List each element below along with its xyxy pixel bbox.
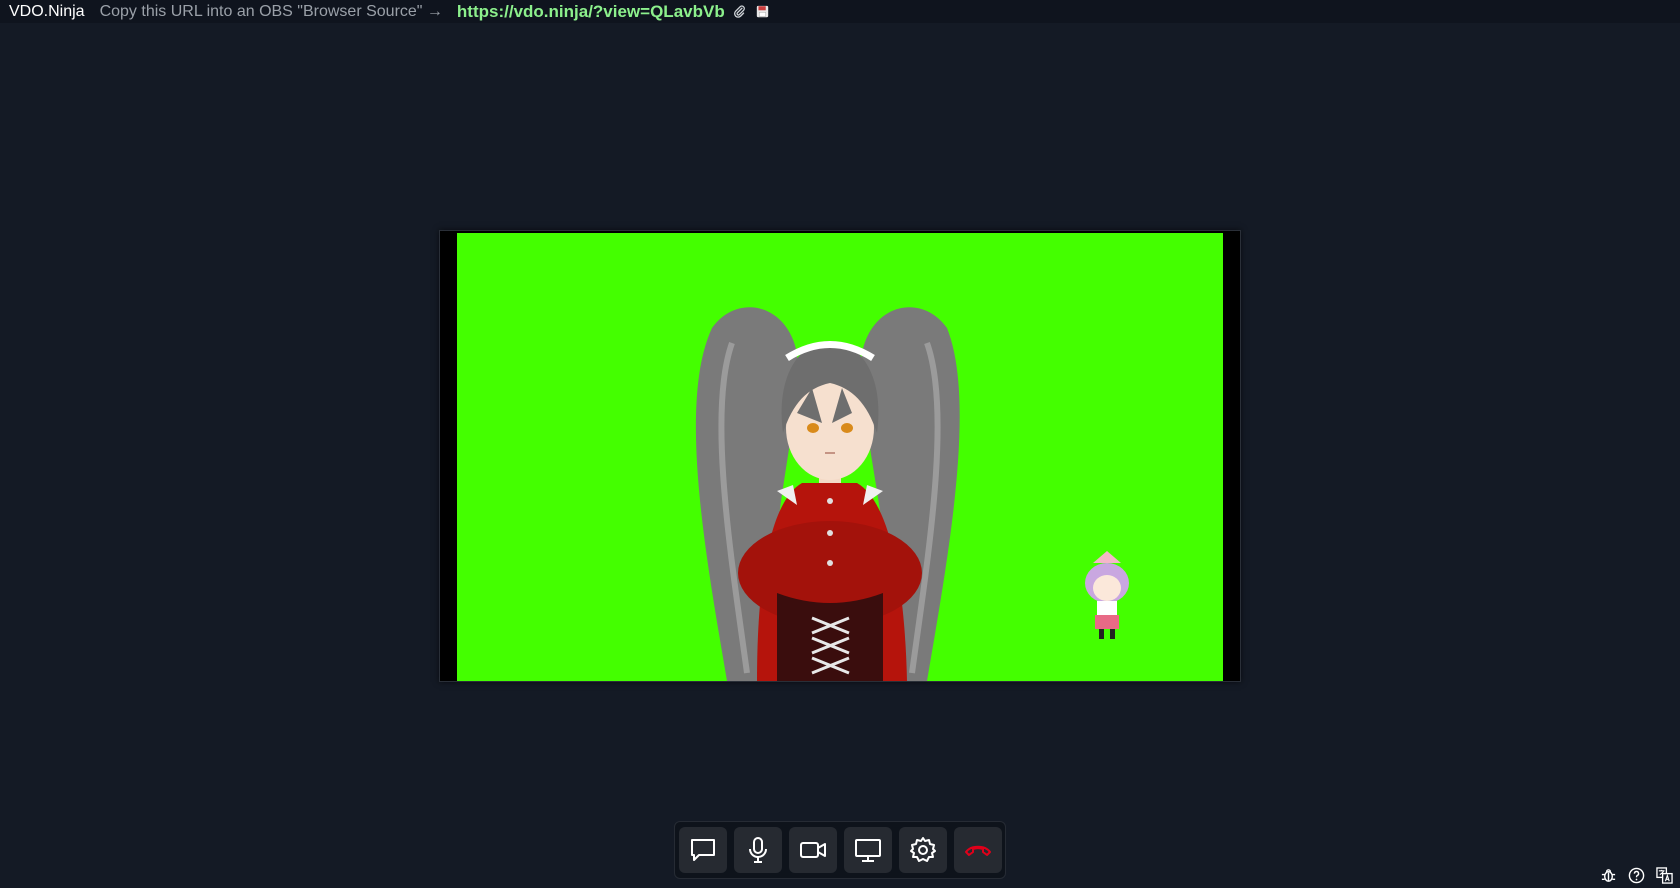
share-url-link[interactable]: https://vdo.ninja/?view=QLavbVb	[457, 2, 725, 22]
chat-button[interactable]	[678, 827, 727, 873]
avatar-video-image	[695, 307, 1129, 681]
video-camera-icon	[799, 842, 826, 858]
video-frame[interactable]	[439, 230, 1241, 682]
gear-icon	[909, 837, 936, 862]
paperclip-icon[interactable]	[733, 5, 747, 19]
brand-logo[interactable]: VDO.Ninja	[9, 3, 85, 21]
translate-icon[interactable]	[1655, 866, 1674, 885]
screenshare-button[interactable]	[843, 827, 892, 873]
hangup-button[interactable]	[953, 827, 1002, 873]
corner-tools	[1599, 866, 1674, 885]
save-icon[interactable]	[756, 5, 770, 19]
camera-button[interactable]	[788, 827, 837, 873]
share-hint: Copy this URL into an OBS "Browser Sourc…	[99, 2, 443, 20]
settings-button[interactable]	[898, 827, 947, 873]
top-bar: VDO.Ninja Copy this URL into an OBS "Bro…	[0, 0, 1680, 23]
help-icon[interactable]	[1627, 866, 1646, 885]
bug-icon[interactable]	[1599, 866, 1618, 885]
chat-bubble-icon	[690, 839, 715, 861]
mic-button[interactable]	[733, 827, 782, 873]
video-feed[interactable]	[457, 233, 1223, 681]
microphone-icon	[748, 837, 767, 863]
monitor-icon	[854, 839, 881, 862]
call-control-bar	[674, 821, 1006, 879]
phone-hangup-icon	[964, 845, 991, 856]
